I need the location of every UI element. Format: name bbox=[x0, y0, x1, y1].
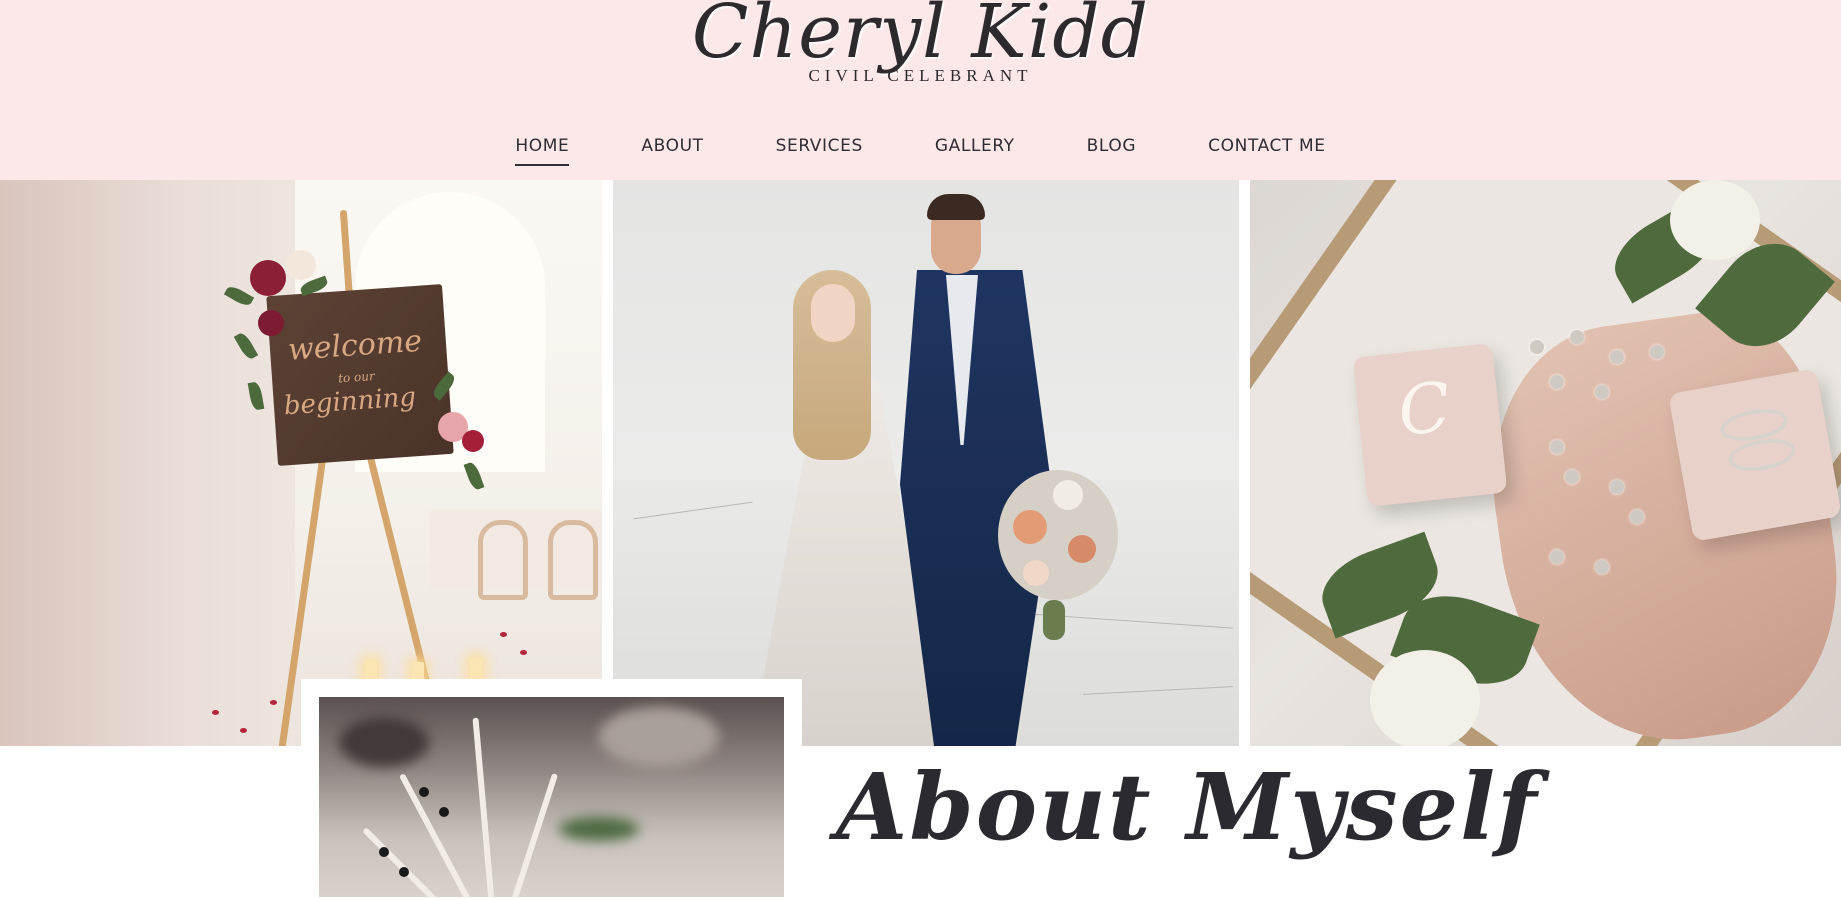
jewel bbox=[1530, 340, 1544, 354]
jewel bbox=[1610, 480, 1624, 494]
site-header: Cheryl Kidd CIVIL CELEBRANT HOME ABOUT S… bbox=[0, 0, 1841, 180]
flower-burgundy bbox=[250, 260, 286, 296]
white-rose bbox=[1670, 180, 1760, 260]
rose-petal bbox=[240, 728, 247, 733]
jewel bbox=[1570, 330, 1584, 344]
bouquet-flower bbox=[1068, 535, 1096, 563]
black-berry bbox=[379, 847, 389, 857]
site-logo[interactable]: Cheryl Kidd CIVIL CELEBRANT bbox=[0, 0, 1841, 86]
jewel bbox=[1550, 550, 1564, 564]
black-berry bbox=[419, 787, 429, 797]
bouquet-flower bbox=[1013, 510, 1047, 544]
photo-bokeh bbox=[599, 707, 719, 767]
sign-text-welcome: welcome bbox=[286, 323, 424, 368]
jewel bbox=[1650, 345, 1664, 359]
photo-chair bbox=[548, 520, 598, 600]
jewel bbox=[1595, 560, 1609, 574]
nav-item-home[interactable]: HOME bbox=[515, 136, 570, 166]
brand-tagline: CIVIL CELEBRANT bbox=[808, 66, 1033, 85]
nav-item-gallery[interactable]: GALLERY bbox=[935, 136, 1015, 164]
jewel bbox=[1550, 440, 1564, 454]
bouquet-flower bbox=[1023, 560, 1049, 586]
rose-petal bbox=[270, 700, 277, 705]
about-photo bbox=[319, 697, 784, 897]
hero-photo-rings: C bbox=[1250, 180, 1841, 746]
sign-text-beginning: beginning bbox=[282, 382, 417, 422]
black-berry bbox=[399, 867, 409, 877]
jewel bbox=[1565, 470, 1579, 484]
rose-petal bbox=[500, 632, 507, 637]
jewel bbox=[1550, 375, 1564, 389]
bouquet-flower bbox=[1053, 480, 1083, 510]
black-berry bbox=[439, 807, 449, 817]
rose-petal bbox=[520, 650, 527, 655]
photo-bokeh bbox=[339, 717, 429, 767]
bride-face bbox=[811, 284, 855, 342]
pampas-grass bbox=[509, 772, 559, 897]
white-rose bbox=[1370, 650, 1480, 746]
bouquet-stems bbox=[1043, 600, 1065, 640]
ring-box-monogram: C bbox=[1352, 343, 1508, 507]
photo-greenery bbox=[559, 817, 639, 841]
jewel bbox=[1630, 510, 1644, 524]
nav-item-services[interactable]: SERVICES bbox=[776, 136, 863, 164]
jewel bbox=[1595, 385, 1609, 399]
sign-text-to-our: to our bbox=[337, 368, 376, 386]
groom-hair bbox=[927, 194, 985, 220]
flower-ivory bbox=[286, 250, 316, 280]
flower-burgundy bbox=[462, 430, 484, 452]
about-section-title: About Myself bbox=[836, 753, 1539, 861]
main-nav: HOME ABOUT SERVICES GALLERY BLOG CONTACT… bbox=[0, 136, 1841, 166]
pampas-grass bbox=[472, 717, 495, 897]
photo-chair bbox=[478, 520, 528, 600]
photo-wall bbox=[0, 180, 295, 746]
rose-petal bbox=[212, 710, 219, 715]
monogram-letter: C bbox=[1394, 367, 1455, 453]
nav-item-contact[interactable]: CONTACT ME bbox=[1208, 136, 1325, 164]
hero-photo-couple bbox=[613, 180, 1239, 746]
welcome-sign: welcome to our beginning bbox=[266, 284, 454, 466]
jewel bbox=[1610, 350, 1624, 364]
hero-photo-welcome-sign: welcome to our beginning bbox=[0, 180, 602, 746]
nav-item-about[interactable]: ABOUT bbox=[641, 136, 703, 164]
nav-item-blog[interactable]: BLOG bbox=[1087, 136, 1136, 164]
flower-burgundy bbox=[258, 310, 284, 336]
